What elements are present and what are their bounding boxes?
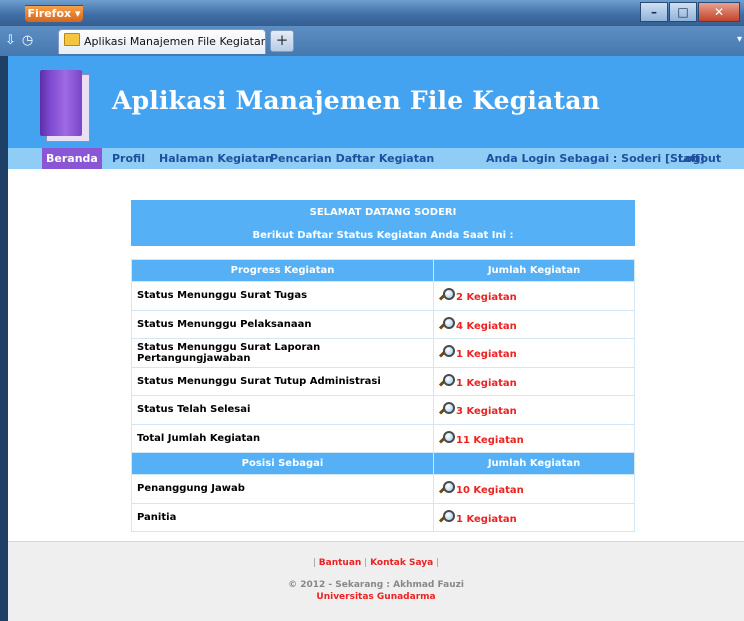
university-text: Universitas Gunadarma <box>316 592 436 602</box>
count-text[interactable]: 3 Kegiatan <box>456 406 517 417</box>
row-count-link[interactable]: 2 Kegiatan <box>433 281 635 311</box>
page-footer: | Bantuan | Kontak Saya | © 2012 - Sekar… <box>8 541 744 621</box>
tab-bar: ⇩ ◷ Aplikasi Manajemen File Kegiatan + ▾ <box>0 26 744 56</box>
contact-link[interactable]: Kontak Saya <box>370 558 433 568</box>
row-count-link[interactable]: 11 Kegiatan <box>433 423 635 453</box>
maximize-icon[interactable]: □ <box>669 2 697 22</box>
magnifier-icon <box>438 430 455 445</box>
tab-title: Aplikasi Manajemen File Kegiatan <box>84 35 266 48</box>
minimize-icon[interactable]: – <box>640 2 668 22</box>
window-titlebar: Firefox ▾ – □ ✕ <box>0 0 744 26</box>
tab-active[interactable]: Aplikasi Manajemen File Kegiatan <box>58 29 266 54</box>
table-row: Total Jumlah Kegiatan 11 Kegiatan <box>131 423 635 453</box>
count-text[interactable]: 2 Kegiatan <box>456 292 517 303</box>
count-text[interactable]: 10 Kegiatan <box>456 485 524 496</box>
magnifier-icon <box>438 481 455 495</box>
row-count-link[interactable]: 3 Kegiatan <box>433 395 635 425</box>
footer-links: | Bantuan | Kontak Saya | <box>312 558 440 568</box>
row-label: Status Menunggu Surat Tutup Administrasi <box>131 366 434 396</box>
welcome-box: SELAMAT DATANG SODERI Berikut Daftar Sta… <box>131 200 635 246</box>
magnifier-icon <box>438 316 455 331</box>
history-icon[interactable]: ◷ <box>22 33 33 48</box>
count-text[interactable]: 1 Kegiatan <box>456 378 517 389</box>
folder-icon <box>64 33 80 46</box>
table-row: Status Menunggu Surat Tugas 2 Kegiatan <box>131 281 635 311</box>
table-row: Status Menunggu Surat Tutup Administrasi… <box>131 366 635 396</box>
new-tab-button[interactable]: + <box>270 30 294 52</box>
count-text[interactable]: 1 Kegiatan <box>456 514 517 525</box>
login-info: Anda Login Sebagai : Soderi [Staff] <box>486 152 705 165</box>
status-table: Progress Kegiatan Jumlah Kegiatan Status… <box>131 259 635 532</box>
count-text[interactable]: 11 Kegiatan <box>456 435 524 446</box>
row-count-link[interactable]: 10 Kegiatan <box>433 474 635 504</box>
table-header-row: Progress Kegiatan Jumlah Kegiatan <box>131 259 635 282</box>
menu-item-halaman-kegiatan[interactable]: Halaman Kegiatan <box>159 148 273 169</box>
help-link[interactable]: Bantuan <box>319 558 362 568</box>
count-text[interactable]: 4 Kegiatan <box>456 321 517 332</box>
table-header-row: Posisi Sebagai Jumlah Kegiatan <box>131 452 635 475</box>
menu-item-beranda[interactable]: Beranda <box>42 148 102 169</box>
row-label: Status Menunggu Surat Laporan Pertangung… <box>131 338 434 368</box>
column-header: Jumlah Kegiatan <box>433 452 635 475</box>
column-header: Posisi Sebagai <box>131 452 434 475</box>
table-row: Status Menunggu Surat Laporan Pertangung… <box>131 338 635 368</box>
row-label: Penanggung Jawab <box>131 474 434 504</box>
column-header: Jumlah Kegiatan <box>433 259 635 282</box>
site-header: Aplikasi Manajemen File Kegiatan <box>8 56 744 148</box>
row-label: Status Telah Selesai <box>131 395 434 425</box>
count-text[interactable]: 1 Kegiatan <box>456 349 517 360</box>
table-row: Penanggung Jawab 10 Kegiatan <box>131 474 635 504</box>
close-icon[interactable]: ✕ <box>698 2 740 22</box>
magnifier-icon <box>438 373 455 388</box>
welcome-title: SELAMAT DATANG SODERI <box>309 207 457 218</box>
window-controls: – □ ✕ <box>639 2 740 22</box>
magnifier-icon <box>438 288 455 302</box>
magnifier-icon <box>438 345 455 359</box>
book-icon <box>40 70 92 142</box>
welcome-subtitle: Berikut Daftar Status Kegiatan Anda Saat… <box>252 230 514 241</box>
magnifier-icon <box>438 509 455 524</box>
table-row: Status Menunggu Pelaksanaan 4 Kegiatan <box>131 309 635 339</box>
copyright-text: © 2012 - Sekarang : Akhmad Fauzi <box>288 580 464 590</box>
row-label: Panitia <box>131 502 434 532</box>
magnifier-icon <box>438 402 455 416</box>
column-header: Progress Kegiatan <box>131 259 434 282</box>
nav-icons: ⇩ ◷ <box>5 33 33 48</box>
menu-item-profil[interactable]: Profil <box>112 148 145 169</box>
row-count-link[interactable]: 4 Kegiatan <box>433 309 635 339</box>
row-label: Total Jumlah Kegiatan <box>131 423 434 453</box>
page-viewport: Aplikasi Manajemen File Kegiatan Beranda… <box>8 56 744 621</box>
table-row: Status Telah Selesai 3 Kegiatan <box>131 395 635 425</box>
site-title: Aplikasi Manajemen File Kegiatan <box>112 86 601 115</box>
download-icon[interactable]: ⇩ <box>5 33 16 48</box>
row-count-link[interactable]: 1 Kegiatan <box>433 502 635 532</box>
row-label: Status Menunggu Surat Tugas <box>131 281 434 311</box>
row-label: Status Menunggu Pelaksanaan <box>131 309 434 339</box>
tab-list-icon[interactable]: ▾ <box>737 34 742 45</box>
menu-item-pencarian[interactable]: Pencarian Daftar Kegiatan <box>270 148 434 169</box>
logout-link[interactable]: Logout <box>678 148 721 169</box>
row-count-link[interactable]: 1 Kegiatan <box>433 366 635 396</box>
main-menu: Beranda Profil Halaman Kegiatan Pencaria… <box>8 148 744 169</box>
row-count-link[interactable]: 1 Kegiatan <box>433 338 635 368</box>
firefox-menu-button[interactable]: Firefox ▾ <box>25 5 83 22</box>
table-row: Panitia 1 Kegiatan <box>131 502 635 532</box>
